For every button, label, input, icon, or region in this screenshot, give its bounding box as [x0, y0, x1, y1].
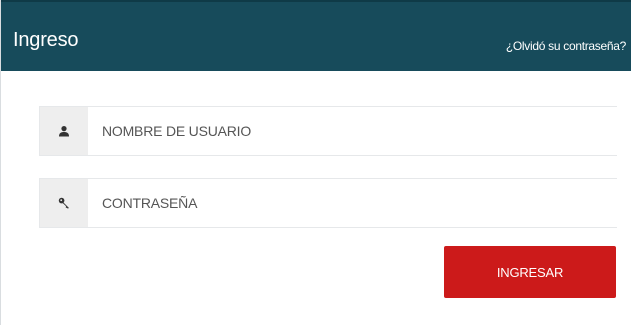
forgot-password-link[interactable]: ¿Olvidó su contraseña?: [506, 39, 626, 53]
login-submit-button[interactable]: INGRESAR: [444, 246, 616, 298]
password-field: [39, 178, 617, 228]
user-icon: [40, 107, 88, 155]
username-field: [39, 106, 617, 156]
panel-title: Ingreso: [13, 29, 79, 51]
password-input[interactable]: [88, 179, 617, 227]
panel-header: Ingreso ¿Olvidó su contraseña?: [1, 0, 631, 71]
key-icon: [40, 179, 88, 227]
login-panel: Ingreso ¿Olvidó su contraseña? INGRESAR: [0, 0, 631, 325]
username-input[interactable]: [88, 107, 617, 155]
